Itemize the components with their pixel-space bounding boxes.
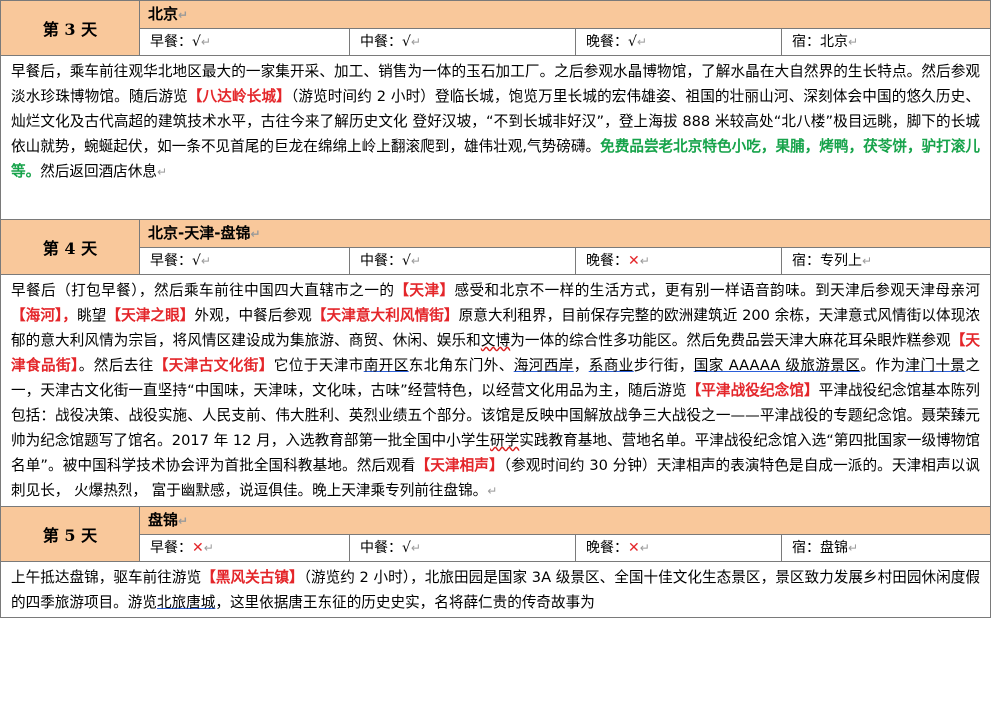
text-run: ，这里依据唐王东征的历史史实，名将薛仁贵的传奇故事为 xyxy=(215,594,595,611)
check-mark: √ xyxy=(402,34,411,50)
attraction-highlight: 【天津古文化街】 xyxy=(153,357,274,374)
breakfast-cell: 早餐：✕↵ xyxy=(140,535,350,561)
day-description: 早餐后，乘车前往观华北地区最大的一家集开采、加工、销售为一体的玉石加工厂。之后参… xyxy=(1,55,990,219)
dinner-cell: 晚餐：✕↵ xyxy=(576,248,782,274)
text-run: 。然后去往 xyxy=(78,357,154,374)
day-4-section: 第 4 天 北京-天津-盘锦↵ 早餐：√↵ 中餐：√↵ 晚餐：✕↵ 宿：专列上↵… xyxy=(0,220,991,507)
attraction-highlight: 【天津之眼】 xyxy=(106,307,195,324)
check-mark: √ xyxy=(192,253,201,269)
spellcheck-word: 文博 xyxy=(480,332,511,349)
text-run: 眺望 xyxy=(77,307,107,324)
day-3-section: 第 3 天 北京↵ 早餐：√↵ 中餐：√↵ 晚餐：√↵ 宿：北京↵ 早餐后，乘车… xyxy=(0,0,991,220)
day-5-section: 第 5 天 盘锦↵ 早餐：✕↵ 中餐：√↵ 晚餐：✕↵ 宿：盘锦↵ 上午抵达盘锦… xyxy=(0,507,991,618)
text-run: ， xyxy=(573,357,589,374)
day-description: 上午抵达盘锦，驱车前往游览【黑风关古镇】（游览约 2 小时），北旅田园是国家 3… xyxy=(1,561,990,617)
text-run: 为一体的综合性多功能区。然后免费品尝天津大麻花耳朵眼炸糕参观 xyxy=(510,332,951,349)
cross-mark: ✕ xyxy=(628,540,640,556)
dinner-cell: 晚餐：√↵ xyxy=(576,29,782,55)
text-run: 感受和北京不一样的生活方式，更有别一样语音韵味。到天津后参观天津母亲河 xyxy=(454,282,981,299)
meal-row: 早餐：√↵ 中餐：√↵ 晚餐：✕↵ 宿：专列上↵ xyxy=(140,248,990,274)
check-mark: √ xyxy=(192,34,201,50)
lodging-cell: 宿：盘锦↵ xyxy=(792,540,859,556)
lunch-cell: 中餐：√↵ xyxy=(350,29,576,55)
underlined-term: 北旅唐城 xyxy=(156,594,216,611)
cross-mark: ✕ xyxy=(192,540,204,556)
attraction-highlight: 【八达岭长城】 xyxy=(187,88,291,105)
underlined-term: 系商业 xyxy=(588,357,634,374)
cross-mark: ✕ xyxy=(628,253,640,269)
route-title: 北京↵ xyxy=(140,1,990,29)
lunch-cell: 中餐：√↵ xyxy=(350,535,576,561)
text-run: 东北角东门外、 xyxy=(408,357,514,374)
meal-row: 早餐：✕↵ 中餐：√↵ 晚餐：✕↵ 宿：盘锦↵ xyxy=(140,535,990,561)
spellcheck-word: 研学 xyxy=(490,432,520,449)
dinner-cell: 晚餐：✕↵ xyxy=(576,535,782,561)
lunch-cell: 中餐：√↵ xyxy=(350,248,576,274)
attraction-highlight: 【海河】， xyxy=(11,307,78,324)
underlined-term: 海河西岸 xyxy=(513,357,574,374)
underlined-term: 南开区 xyxy=(363,357,409,374)
check-mark: √ xyxy=(628,34,637,50)
lodging-cell: 宿：北京↵ xyxy=(792,34,859,50)
day-description: 早餐后（打包早餐），然后乘车前往中国四大直辖市之一的【天津】感受和北京不一样的生… xyxy=(1,274,990,506)
breakfast-cell: 早餐：√↵ xyxy=(140,248,350,274)
underlined-term: 国家 AAAAA 级旅游景区 xyxy=(693,357,861,374)
text-run: 外观，中餐后参观 xyxy=(194,307,312,324)
day-label: 第 3 天 xyxy=(1,1,140,55)
text-run: 上午抵达盘锦，驱车前往游览 xyxy=(11,569,202,586)
text-run: 早餐后（打包早餐），然后乘车前往中国四大直辖市之一的 xyxy=(11,282,395,299)
text-run: 。作为 xyxy=(860,357,906,374)
text-run: 步行街， xyxy=(633,357,694,374)
route-title: 北京-天津-盘锦↵ xyxy=(140,220,990,248)
attraction-highlight: 【天津】 xyxy=(394,282,455,299)
attraction-highlight: 【天津相声】 xyxy=(415,457,504,474)
underlined-term: 津门十景 xyxy=(905,357,966,374)
day-label: 第 4 天 xyxy=(1,220,140,274)
itinerary-table: 第 3 天 北京↵ 早餐：√↵ 中餐：√↵ 晚餐：√↵ 宿：北京↵ 早餐后，乘车… xyxy=(0,0,991,618)
meal-row: 早餐：√↵ 中餐：√↵ 晚餐：√↵ 宿：北京↵ xyxy=(140,29,990,55)
attraction-highlight: 【平津战役纪念馆】 xyxy=(686,382,819,399)
breakfast-cell: 早餐：√↵ xyxy=(140,29,350,55)
attraction-highlight: 【黑风关古镇】 xyxy=(201,569,304,586)
check-mark: √ xyxy=(402,540,411,556)
day-label: 第 5 天 xyxy=(1,507,140,561)
attraction-highlight: 【天津意大利风情街】 xyxy=(311,307,459,324)
lodging-cell: 宿：专列上↵ xyxy=(792,253,873,269)
text-run: 然后返回酒店休息 xyxy=(40,163,157,180)
route-title: 盘锦↵ xyxy=(140,507,990,535)
check-mark: √ xyxy=(402,253,411,269)
text-run: 它位于天津市 xyxy=(273,357,364,374)
